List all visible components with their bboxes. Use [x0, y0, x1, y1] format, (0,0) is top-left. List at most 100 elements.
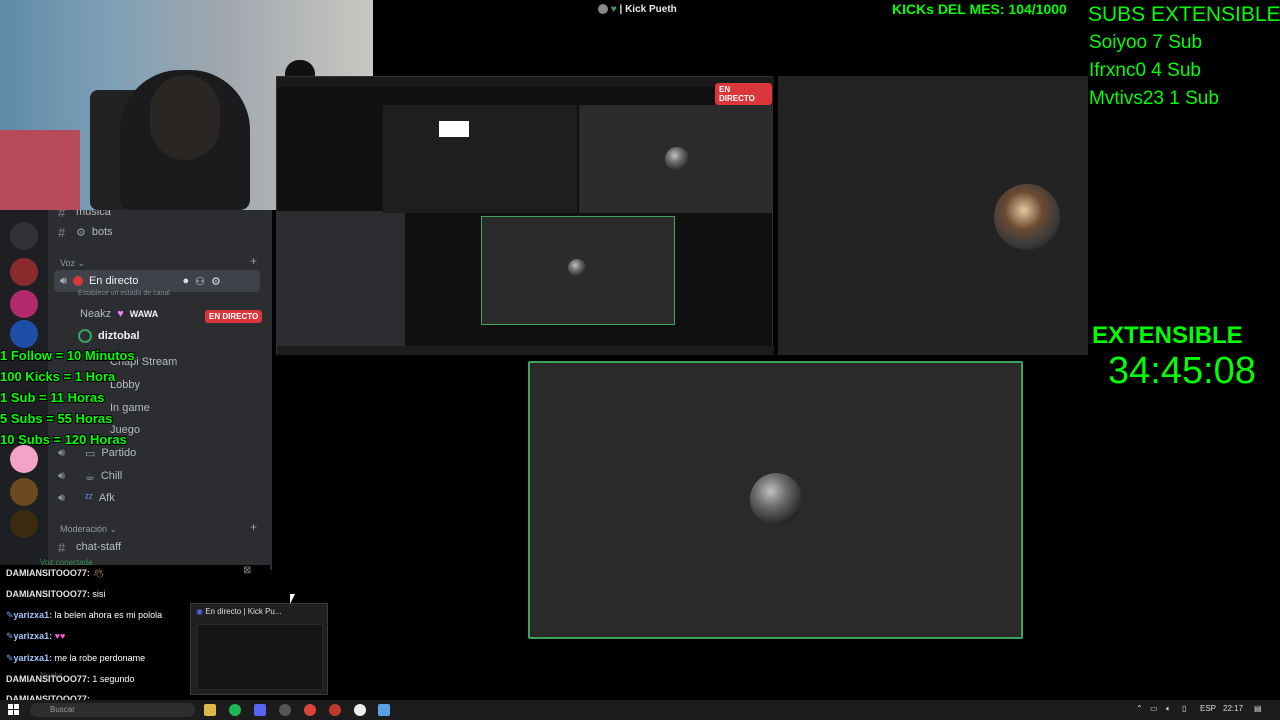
discord-icon[interactable] [254, 704, 266, 716]
mirror-white-box [439, 121, 469, 137]
speaker-icon: 🔊︎ [60, 274, 67, 287]
battery-icon[interactable]: ▯ [1182, 704, 1186, 713]
heart-icon: ♥ [117, 308, 124, 320]
participant-tile[interactable] [778, 76, 1088, 355]
participant-avatar [568, 259, 586, 277]
channel-afk[interactable]: 🔊︎ ᶻᶻ Afk [58, 488, 115, 508]
windows-start-icon[interactable] [8, 704, 20, 716]
voice-user-diztobal[interactable]: diztobal [78, 326, 140, 346]
rule-line: 5 Subs = 55 Horas [0, 411, 113, 426]
avatar-icon [598, 4, 608, 15]
notepad-icon[interactable] [378, 704, 390, 716]
discord-icon: ◉ [196, 607, 203, 616]
channel-in-game[interactable]: In game [110, 398, 150, 418]
add-channel-icon[interactable]: + [250, 520, 257, 534]
mirror-tile-screen [383, 105, 577, 213]
spotify-icon[interactable] [229, 704, 241, 716]
emote-icon: ♥︎♥︎ [54, 631, 66, 641]
mirror-tile [481, 216, 675, 325]
server-icon[interactable] [10, 320, 38, 348]
monitor-icon: ▭ [84, 447, 96, 460]
live-badge: EN DIRECTO [205, 310, 263, 323]
sleep-icon: ᶻᶻ [84, 492, 93, 504]
webcam-bed [0, 130, 80, 210]
category-moderacion[interactable]: Moderación ⌄ [60, 524, 117, 535]
channel-musica[interactable]: # musica [58, 210, 111, 222]
channel-chat-staff[interactable]: # chat-staff [58, 537, 121, 557]
channel-bots[interactable]: # ⚙ bots [58, 222, 113, 242]
chat-message: DAMIANSITOOO77: 👋︎ [6, 568, 104, 578]
stream-window-title: ♥ | Kick Pueth [598, 4, 677, 15]
heart-icon: ♥ [610, 4, 617, 15]
pencil-icon: ✎ [6, 610, 14, 620]
add-channel-icon[interactable]: + [250, 254, 257, 268]
notification-icon[interactable]: ▤ [1254, 704, 1262, 713]
channel-chill[interactable]: 🔊︎ ☕︎ Chill [58, 466, 122, 486]
mirror-discord-panel [277, 211, 405, 346]
sub-entry: Ifrxnc0 4 Sub [1089, 60, 1201, 81]
preview-thumbnail [197, 624, 323, 690]
speaker-icon: 🔊︎ [58, 469, 65, 482]
live-dot-icon [72, 276, 83, 286]
chat-message: DAMIANSITOOO77: sisi [6, 589, 106, 599]
windows-taskbar: Buscar ⌃ ▭ 🔈︎ ▯ ESP 22:17 ▤ [0, 700, 1280, 720]
file-explorer-icon[interactable] [204, 704, 216, 716]
obs-icon[interactable] [279, 704, 291, 716]
tray-chevron-icon[interactable]: ⌃ [1136, 704, 1143, 713]
sub-entry: Mvtivs23 1 Sub [1089, 88, 1219, 109]
cup-icon: ☕︎ [84, 470, 95, 483]
mirror-tile [579, 105, 772, 213]
opera-icon[interactable] [329, 704, 341, 716]
pencil-icon: ✎ [6, 653, 14, 663]
volume-icon[interactable]: 🔈︎ [1166, 704, 1171, 714]
webcam-head [150, 75, 220, 160]
server-icon[interactable] [10, 222, 38, 250]
server-icon[interactable] [10, 290, 38, 318]
extensible-label: EXTENSIBLE [1092, 322, 1243, 349]
participant-avatar [750, 473, 802, 525]
hash-icon: # [58, 539, 66, 555]
voice-user-neakz[interactable]: Neakz ♥ WAWA [80, 304, 158, 324]
server-icon[interactable] [10, 478, 38, 506]
rule-line: 1 Sub = 11 Horas [0, 390, 105, 405]
rule-line: 1 Follow = 10 Minutos [0, 348, 135, 363]
taskbar-window-preview[interactable]: ◉ En directo | Kick Pu... [190, 603, 328, 695]
network-icon[interactable]: ▭ [1150, 704, 1158, 713]
participant-avatar [994, 184, 1060, 250]
gear-icon[interactable]: ⚙ [211, 275, 221, 288]
extensible-timer: 34:45:08 [1108, 350, 1256, 392]
chat-message: DAMIANSITOOO77: 1 segundo [6, 674, 135, 684]
participant-tile-speaking[interactable] [528, 361, 1023, 639]
preview-title: ◉ En directo | Kick Pu... [196, 607, 282, 616]
voice-user-name: Neakz [40, 671, 63, 680]
category-voz[interactable]: Voz ⌄ [60, 258, 85, 269]
app-icon[interactable] [354, 704, 366, 716]
hash-icon: # [58, 210, 66, 220]
taskbar-search-input[interactable]: Buscar [30, 703, 195, 717]
channel-en-directo[interactable]: 🔊︎ En directo ● ⚇ ⚙ [54, 270, 260, 292]
server-icon[interactable] [10, 258, 38, 286]
server-icon[interactable] [10, 445, 38, 473]
add-member-icon[interactable]: ⚇ [195, 275, 205, 288]
mirror-titlebar [277, 77, 774, 87]
hash-icon: # [58, 224, 66, 240]
clock[interactable]: 22:17 [1223, 704, 1243, 713]
channel-status-hint[interactable]: Establece un estado de canal [78, 290, 170, 297]
speaker-icon: 🔊︎ [58, 491, 65, 504]
live-badge: EN DIRECTO [715, 83, 772, 105]
server-icon[interactable] [10, 510, 38, 538]
robot-icon: ⚙ [76, 226, 86, 239]
chat-icon[interactable]: ● [182, 275, 189, 287]
close-icon[interactable]: ⊠ [243, 565, 251, 576]
rule-line: 100 Kicks = 1 Hora [0, 369, 116, 384]
participant-avatar [665, 147, 689, 171]
chat-message: ✎yarizxa1: ♥︎♥︎ [6, 631, 66, 641]
subs-title: SUBS EXTENSIBLE [1088, 3, 1280, 26]
kicks-counter: KICKs DEL MES: 104/1000 [892, 1, 1067, 17]
chevron-down-icon: ⌄ [77, 258, 86, 268]
chat-message: ✎yarizxa1: me la robe perdoname [6, 653, 146, 663]
mouse-cursor-icon [290, 594, 295, 604]
mirror-taskbar [277, 346, 774, 355]
chrome-icon[interactable] [304, 704, 316, 716]
language-indicator[interactable]: ESP [1200, 704, 1216, 713]
